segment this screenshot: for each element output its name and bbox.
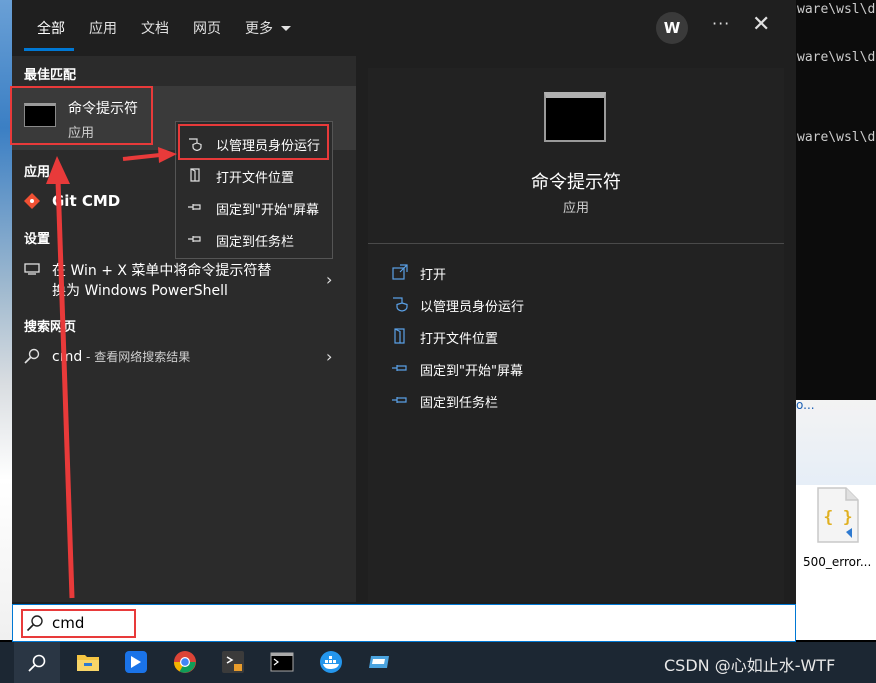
shield-icon: [393, 297, 408, 312]
chrome-icon[interactable]: [173, 650, 197, 674]
docker-icon[interactable]: [319, 650, 343, 674]
sublime-icon[interactable]: [221, 650, 245, 674]
action-pin-to-taskbar[interactable]: 固定到任务栏: [420, 392, 498, 411]
watermark: CSDN @心如止水-WTF: [664, 656, 836, 675]
pin-icon: [392, 365, 407, 371]
pin-icon: [188, 204, 201, 210]
pin-icon: [188, 236, 201, 242]
context-open-file-location[interactable]: 打开文件位置: [216, 167, 294, 186]
context-pin-to-start[interactable]: 固定到"开始"屏幕: [216, 199, 319, 218]
annotation-box-search: [21, 609, 136, 638]
annotation-box-best-match: [10, 86, 153, 145]
app-item-git-cmd[interactable]: Git CMD: [52, 192, 120, 210]
context-pin-to-taskbar[interactable]: 固定到任务栏: [216, 231, 294, 250]
annotation-box-run-as-admin: [178, 124, 329, 160]
active-tab-indicator: [24, 48, 74, 51]
avatar-initial: W: [663, 19, 681, 37]
vpn-icon[interactable]: [368, 650, 392, 674]
section-settings: 设置: [24, 232, 51, 247]
json-file-icon[interactable]: { }: [814, 486, 860, 544]
background-app-window: [795, 400, 876, 485]
tab-web[interactable]: 网页: [193, 18, 221, 38]
settings-item-line1[interactable]: 在 Win + X 菜单中将命令提示符替: [52, 260, 271, 280]
details-divider: [368, 243, 784, 244]
command-prompt-large-icon: [544, 92, 606, 142]
terminal-line: ware\wsl\d: [797, 130, 876, 145]
taskbar-search-button[interactable]: [14, 642, 60, 683]
tab-more-label: 更多: [245, 21, 273, 37]
tab-apps[interactable]: 应用: [89, 18, 117, 38]
action-open[interactable]: 打开: [420, 264, 446, 283]
settings-item-line2[interactable]: 换为 Windows PowerShell: [52, 280, 228, 300]
terminal-line: ware\wsl\d: [797, 2, 876, 17]
background-window-text: o...: [796, 398, 815, 412]
tab-more[interactable]: 更多: [245, 18, 292, 38]
file-explorer-icon[interactable]: [76, 650, 100, 674]
section-web: 搜索网页: [24, 320, 77, 335]
git-icon: [24, 193, 40, 209]
action-pin-to-start[interactable]: 固定到"开始"屏幕: [420, 360, 523, 379]
chevron-right-icon[interactable]: ›: [326, 270, 332, 289]
action-run-as-admin[interactable]: 以管理员身份运行: [420, 296, 524, 315]
desktop-icon-label: 500_error...: [803, 555, 872, 569]
feishu-icon[interactable]: [124, 650, 148, 674]
web-search-suffix: - 查看网络搜索结果: [82, 350, 191, 364]
chevron-right-icon[interactable]: ›: [326, 347, 332, 366]
detail-title: 命令提示符: [531, 172, 621, 193]
search-icon: [24, 348, 40, 364]
chevron-down-icon: [281, 26, 292, 31]
close-button[interactable]: ✕: [752, 12, 770, 37]
search-icon: [28, 654, 46, 672]
web-search-query: cmd: [52, 349, 83, 365]
svg-text:{ }: { }: [824, 507, 853, 526]
tab-documents[interactable]: 文档: [141, 18, 169, 38]
section-apps: 应用: [24, 165, 51, 180]
section-best-match: 最佳匹配: [24, 68, 77, 83]
terminal-line: ware\wsl\d: [797, 50, 876, 65]
action-open-file-location[interactable]: 打开文件位置: [420, 328, 498, 347]
pin-icon: [392, 397, 407, 403]
more-options-button[interactable]: ···: [712, 14, 730, 33]
terminal-icon[interactable]: [270, 650, 294, 674]
open-icon: [392, 264, 408, 280]
tab-all[interactable]: 全部: [37, 18, 65, 38]
web-search-item[interactable]: cmd - 查看网络搜索结果: [52, 348, 190, 365]
folder-icon: [394, 328, 405, 344]
folder-icon: [190, 168, 200, 182]
avatar[interactable]: W: [656, 12, 688, 44]
detail-subtitle: 应用: [562, 201, 589, 216]
monitor-icon: [24, 263, 40, 275]
